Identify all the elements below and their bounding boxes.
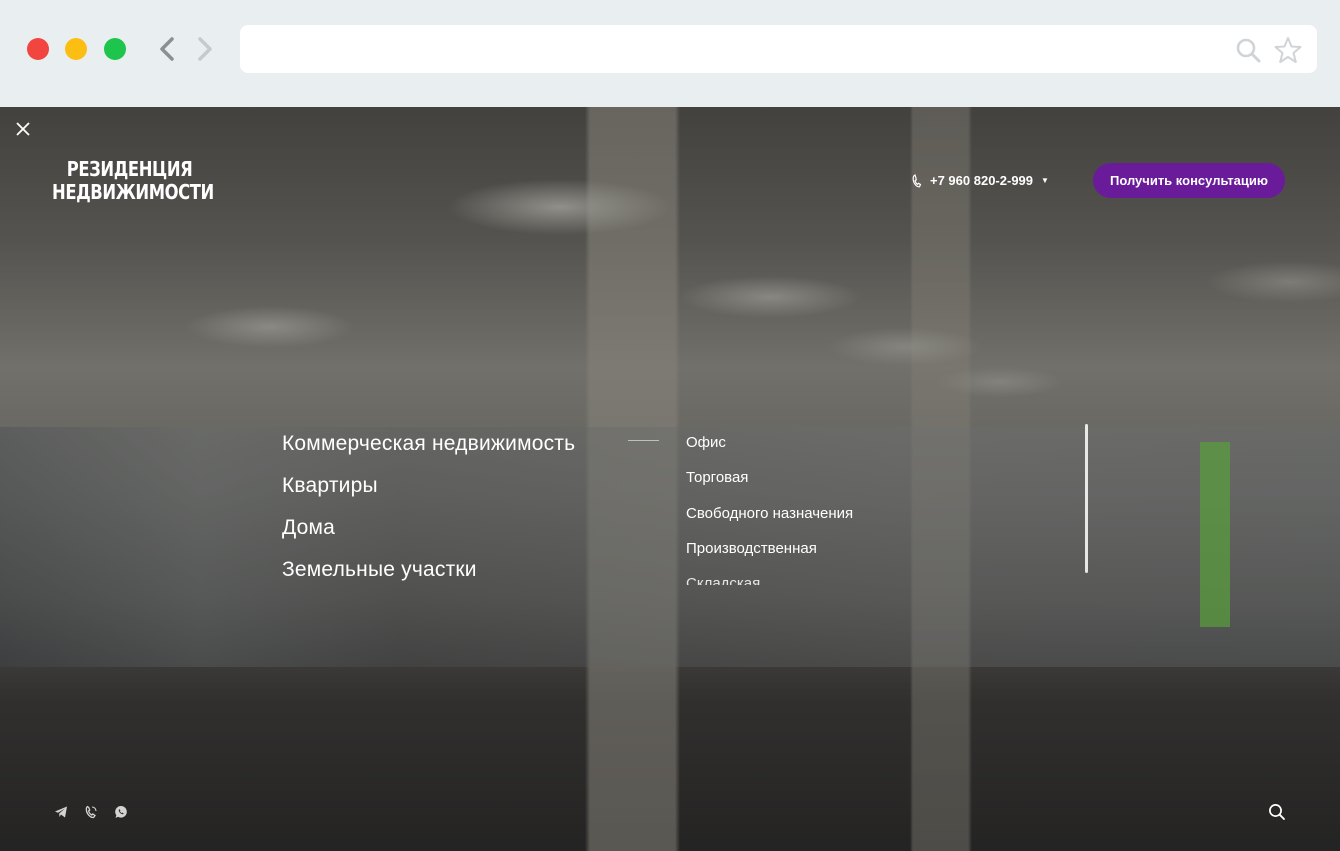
get-consultation-button[interactable]: Получить консультацию <box>1093 163 1285 198</box>
close-window-button[interactable] <box>27 38 49 60</box>
logo-line-2: НЕДВИЖИМОСТИ <box>52 180 214 204</box>
star-icon[interactable] <box>1274 36 1302 64</box>
page-viewport: РЕЗИДЕНЦИЯ НЕДВИЖИМОСТИ +7 960 820-2-999… <box>0 107 1340 851</box>
submenu-item-industrial[interactable]: Производственная <box>686 531 853 566</box>
search-icon[interactable] <box>1235 37 1261 63</box>
logo-line-1: РЕЗИДЕНЦИЯ <box>66 157 193 181</box>
phone-icon <box>912 173 922 187</box>
close-icon[interactable] <box>14 120 32 138</box>
telegram-icon[interactable] <box>54 805 68 819</box>
menu-item-apartments[interactable]: Квартиры <box>282 465 575 507</box>
address-bar[interactable] <box>240 25 1317 73</box>
chevron-down-icon: ▼ <box>1041 176 1049 185</box>
main-menu: Коммерческая недвижимость Квартиры Дома … <box>282 423 575 591</box>
search-icon[interactable] <box>1268 803 1286 821</box>
submenu-scrollbar[interactable] <box>1085 424 1088 573</box>
menu-item-houses[interactable]: Дома <box>282 507 575 549</box>
whatsapp-icon[interactable] <box>114 805 128 819</box>
submenu-item-office[interactable]: Офис <box>686 425 853 460</box>
menu-connector-line <box>628 440 659 441</box>
forward-arrow-icon[interactable] <box>193 36 217 62</box>
submenu-list: Офис Торговая Свободного назначения Прои… <box>686 425 853 585</box>
browser-chrome <box>0 0 1340 107</box>
submenu-item-free-purpose[interactable]: Свободного назначения <box>686 496 853 531</box>
submenu-item-retail[interactable]: Торговая <box>686 460 853 495</box>
phone-number: +7 960 820-2-999 <box>930 173 1034 188</box>
site-logo[interactable]: РЕЗИДЕНЦИЯ НЕДВИЖИМОСТИ <box>52 158 214 204</box>
submenu-item-warehouse[interactable]: Складская <box>686 566 853 585</box>
minimize-window-button[interactable] <box>65 38 87 60</box>
menu-item-commercial[interactable]: Коммерческая недвижимость <box>282 423 575 465</box>
social-links <box>54 805 128 819</box>
menu-item-land[interactable]: Земельные участки <box>282 549 575 591</box>
viber-icon[interactable] <box>84 805 98 819</box>
back-arrow-icon[interactable] <box>155 36 179 62</box>
maximize-window-button[interactable] <box>104 38 126 60</box>
phone-dropdown[interactable]: +7 960 820-2-999 ▼ <box>911 173 1049 188</box>
